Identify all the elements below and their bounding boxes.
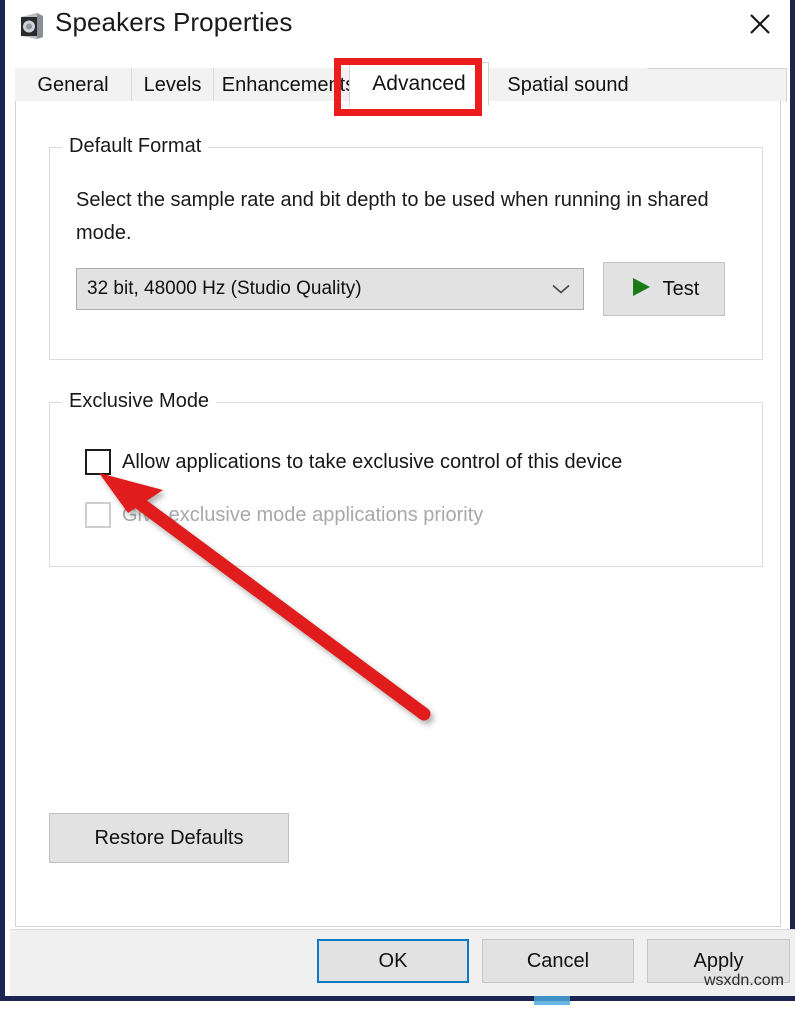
tab-enhancements[interactable]: Enhancements [214,68,364,102]
tab-spatial-sound[interactable]: Spatial sound [489,68,647,102]
tab-advanced[interactable]: Advanced [349,62,489,106]
exclusive-control-checkbox[interactable] [85,449,111,475]
test-button[interactable]: Test [603,262,725,316]
tab-content-advanced: Default Format Select the sample rate an… [15,101,781,1005]
default-format-legend: Default Format [62,135,209,158]
window-title: Speakers Properties [55,7,293,37]
default-format-group: Default Format Select the sample rate an… [49,135,763,360]
exclusive-mode-group: Exclusive Mode Allow applications to tak… [49,390,763,567]
title-bar: Speakers Properties [5,0,790,55]
exclusive-priority-checkbox-row: Give exclusive mode applications priorit… [85,502,483,528]
exclusive-control-checkbox-row[interactable]: Allow applications to take exclusive con… [85,449,622,475]
properties-window: Speakers Properties General Levels Enhan… [0,0,795,1005]
exclusive-priority-label: Give exclusive mode applications priorit… [122,503,484,526]
site-watermark: wsxdn.com [703,972,784,989]
ok-button[interactable]: OK [317,939,469,983]
default-format-description: Select the sample rate and bit depth to … [76,189,709,244]
exclusive-priority-checkbox [85,502,111,528]
sample-rate-select-value: 32 bit, 48000 Hz (Studio Quality) [87,278,362,299]
speaker-icon [18,12,44,40]
tab-strip: General Levels Enhancements Advanced Spa… [11,58,790,106]
dialog-footer: OK Cancel Apply [10,929,795,996]
close-icon[interactable] [730,0,790,48]
chevron-down-icon [551,283,571,296]
restore-defaults-button[interactable]: Restore Defaults [49,813,289,863]
tab-levels[interactable]: Levels [132,68,214,102]
exclusive-control-label: Allow applications to take exclusive con… [122,450,623,473]
sample-rate-select[interactable]: 32 bit, 48000 Hz (Studio Quality) [76,268,584,310]
test-button-label: Test [662,277,700,300]
exclusive-mode-legend: Exclusive Mode [62,390,217,413]
cancel-button[interactable]: Cancel [482,939,634,983]
tab-general[interactable]: General [15,68,132,102]
play-icon [629,275,653,304]
